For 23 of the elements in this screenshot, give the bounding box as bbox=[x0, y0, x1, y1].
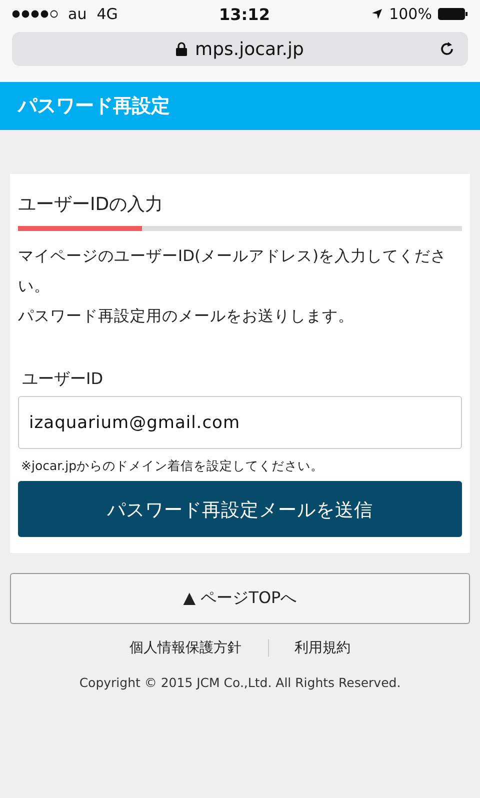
url-text: mps.jocar.jp bbox=[195, 38, 304, 60]
footer-link[interactable]: 利用規約 bbox=[268, 639, 376, 657]
network-text: 4G bbox=[96, 5, 118, 23]
section-title: ユーザーIDの入力 bbox=[18, 193, 164, 216]
field-label: ユーザーID bbox=[22, 369, 104, 390]
address-bar[interactable]: mps.jocar.jp bbox=[12, 32, 468, 66]
reload-icon[interactable] bbox=[438, 40, 456, 58]
note-text: ※jocar.jpからのドメイン着信を設定してください。 bbox=[21, 458, 324, 475]
user-id-field[interactable]: izaquarium@gmail.com bbox=[18, 396, 462, 449]
signal-icon bbox=[12, 10, 58, 18]
description-text: マイページのユーザーID(メールアドレス)を入力してください。 bbox=[18, 246, 448, 297]
send-button[interactable]: パスワード再設定メールを送信 bbox=[18, 481, 462, 537]
copyright-text: Copyright © 2015 JCM Co.,Ltd. All Rights Reserved. bbox=[78, 675, 402, 690]
footer-link[interactable]: 個人情報保護方針 bbox=[104, 639, 268, 657]
location-arrow-icon bbox=[371, 8, 384, 20]
battery-icon bbox=[438, 8, 468, 20]
carrier-text: au bbox=[68, 5, 87, 23]
battery-text: 100% bbox=[389, 5, 432, 23]
description-text: パスワード再設定用のメールをお送りします。 bbox=[18, 306, 355, 327]
clock-text: 13:12 bbox=[219, 4, 270, 24]
lock-icon bbox=[176, 42, 188, 56]
page-title: パスワード再設定 bbox=[18, 94, 170, 119]
page-top-button[interactable]: ▲ ページTOPへ bbox=[10, 573, 470, 624]
